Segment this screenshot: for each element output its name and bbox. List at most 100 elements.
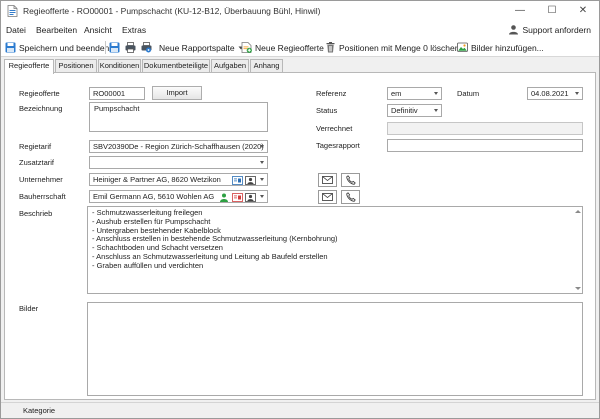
datum-value: 04.08.2021 <box>531 89 569 98</box>
contact-card-icon[interactable] <box>232 193 243 202</box>
unternehmer-email-button[interactable] <box>318 173 337 187</box>
beschrieb-line: - Graben auffüllen und verdichten <box>92 260 204 270</box>
add-image-icon <box>457 42 468 52</box>
menu-ansicht[interactable]: Ansicht <box>84 25 112 35</box>
new-offer-button[interactable]: Neue Regieofferte <box>241 41 324 54</box>
chevron-down-icon <box>434 92 438 95</box>
status-dropdown[interactable]: Definitiv <box>387 104 442 117</box>
kategorie-label: Kategorie <box>23 406 56 415</box>
new-offer-icon <box>241 42 252 53</box>
save-icon <box>109 42 120 53</box>
bauherrschaft-value: Emil Germann AG, 5610 Wohlen AG <box>93 192 215 201</box>
add-images-label: Bilder hinzufügen... <box>471 42 544 53</box>
referenz-value: em <box>391 89 402 98</box>
bauherrschaft-email-button[interactable] <box>318 190 337 204</box>
chevron-down-icon <box>260 145 264 148</box>
chevron-down-icon <box>260 161 264 164</box>
minimize-button[interactable]: — <box>505 1 535 21</box>
email-icon <box>322 176 333 184</box>
scroll-down-arrow[interactable] <box>575 287 581 290</box>
bauherrschaft-phone-button[interactable] <box>341 190 360 204</box>
status-bar: Kategorie <box>1 402 599 418</box>
status-value: Definitiv <box>391 106 418 115</box>
datum-label: Datum <box>457 89 480 98</box>
save-close-icon <box>5 42 16 53</box>
datum-picker[interactable]: 04.08.2021 <box>527 87 583 100</box>
delete-zero-button[interactable]: Positionen mit Menge 0 löschen <box>325 41 460 54</box>
add-images-button[interactable]: Bilder hinzufügen... <box>457 41 544 54</box>
chevron-down-icon <box>575 92 579 95</box>
chevron-down-icon <box>434 109 438 112</box>
status-label: Status <box>316 106 338 115</box>
tab-aufgaben[interactable]: Aufgaben <box>211 59 249 73</box>
title-bar: Regieofferte - RO00001 - Pumpschacht (KU… <box>1 1 599 21</box>
menu-bar: Datei Bearbeiten Ansicht Extras Support … <box>1 21 599 38</box>
menu-datei[interactable]: Datei <box>6 25 26 35</box>
save-button[interactable] <box>109 41 120 54</box>
menu-bearbeiten[interactable]: Bearbeiten <box>36 25 77 35</box>
bezeichnung-value: Pumpschacht <box>94 104 140 113</box>
regieofferte-panel: Regieofferte RO00001 Import Bezeichnung … <box>4 72 596 400</box>
chevron-down-icon <box>260 178 264 181</box>
beschrieb-label: Beschrieb <box>19 209 53 218</box>
delete-zero-label: Positionen mit Menge 0 löschen <box>339 42 460 53</box>
zusatztarif-dropdown[interactable] <box>89 156 268 169</box>
unternehmer-dropdown[interactable]: Heiniger & Partner AG, 8620 Wetzikon <box>89 173 268 186</box>
support-link[interactable]: Support anfordern <box>508 24 591 35</box>
bezeichnung-field[interactable]: Pumpschacht <box>89 102 268 132</box>
support-person-icon <box>509 25 519 35</box>
delete-icon <box>326 42 335 53</box>
referenz-label: Referenz <box>316 89 347 98</box>
app-document-icon <box>7 5 18 17</box>
print-button[interactable] <box>125 41 136 54</box>
bilder-area[interactable] <box>87 302 583 396</box>
import-button[interactable]: Import <box>152 86 202 100</box>
regieofferte-label: Regieofferte <box>19 89 60 98</box>
window-title: Regieofferte - RO00001 - Pumpschacht (KU… <box>23 6 321 16</box>
bauherrschaft-label: Bauherrschaft <box>19 192 66 201</box>
chevron-down-icon <box>260 195 264 198</box>
save-close-label: Speichern und beenden <box>19 42 110 53</box>
email-icon <box>322 193 333 201</box>
support-label: Support anfordern <box>522 24 591 35</box>
unternehmer-label: Unternehmer <box>19 175 63 184</box>
contact-card-icon[interactable] <box>232 176 243 185</box>
person-card-icon[interactable] <box>245 176 256 185</box>
phone-icon <box>346 192 356 202</box>
tab-konditionen[interactable]: Konditionen <box>98 59 141 73</box>
tagesrapport-label: Tagesrapport <box>316 141 360 150</box>
report-column-dropdown[interactable]: Neue Rapportspalte <box>159 41 244 54</box>
regietarif-dropdown[interactable]: SBV20390De - Region Zürich-Schaffhausen … <box>89 140 268 153</box>
bezeichnung-label: Bezeichnung <box>19 104 63 113</box>
beschrieb-textarea[interactable]: - Schmutzwasserleitung freilegen - Aushu… <box>87 206 583 294</box>
print-settings-button[interactable] <box>141 41 152 54</box>
close-button[interactable]: ✕ <box>568 1 598 21</box>
bauherrschaft-dropdown[interactable]: Emil Germann AG, 5610 Wohlen AG <box>89 190 268 203</box>
report-column-label: Neue Rapportspalte <box>159 42 235 53</box>
zusatztarif-label: Zusatztarif <box>19 158 55 167</box>
verrechnet-label: Verrechnet <box>316 124 353 133</box>
person-add-icon[interactable] <box>219 193 230 202</box>
scroll-up-arrow[interactable] <box>575 210 581 213</box>
referenz-dropdown[interactable]: em <box>387 87 442 100</box>
person-card-icon[interactable] <box>245 193 256 202</box>
tab-positionen[interactable]: Positionen <box>55 59 97 73</box>
maximize-button[interactable]: ☐ <box>537 1 567 21</box>
save-close-button[interactable]: Speichern und beenden <box>5 41 109 54</box>
regieofferte-field[interactable]: RO00001 <box>89 87 145 100</box>
verrechnet-field <box>387 122 583 135</box>
print-settings-icon <box>141 42 152 53</box>
beschrieb-list: - Schmutzwasserleitung freilegen - Aushu… <box>92 208 338 271</box>
tab-anhang[interactable]: Anhang <box>250 59 283 73</box>
unternehmer-phone-button[interactable] <box>341 173 360 187</box>
new-offer-label: Neue Regieofferte <box>255 42 324 53</box>
toolbar: Speichern und beenden Neue Rapportspalte… <box>1 38 599 57</box>
application-window: Regieofferte - RO00001 - Pumpschacht (KU… <box>0 0 600 419</box>
tagesrapport-field[interactable] <box>387 139 583 152</box>
regietarif-label: Regietarif <box>19 142 52 151</box>
menu-extras[interactable]: Extras <box>122 25 146 35</box>
tab-dokumentbeteiligte[interactable]: Dokumentbeteiligte <box>142 59 210 73</box>
unternehmer-value: Heiniger & Partner AG, 8620 Wetzikon <box>93 175 221 184</box>
tab-regieofferte[interactable]: Regieofferte <box>4 59 54 74</box>
regietarif-value: SBV20390De - Region Zürich-Schaffhausen … <box>93 142 264 151</box>
